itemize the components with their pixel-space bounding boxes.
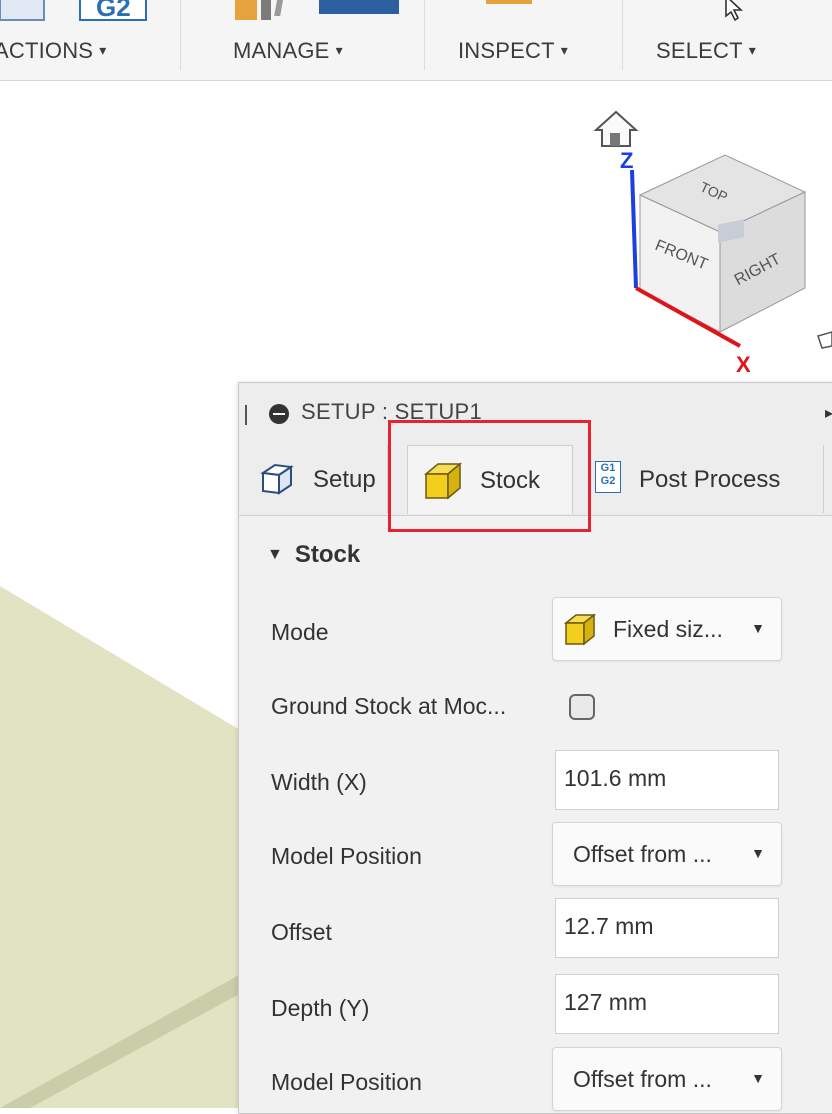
inspect-label[interactable]: INSPECT ▾	[458, 38, 568, 64]
ground-stock-label: Ground Stock at Moc...	[271, 693, 507, 719]
panel-title: SETUP : SETUP1	[301, 399, 483, 424]
select-cursor-icon[interactable]	[722, 0, 752, 24]
expand-arrow-icon[interactable]: ▸	[825, 403, 832, 423]
offset-value: 12.7 mm	[564, 913, 654, 939]
drag-handle[interactable]	[245, 405, 247, 425]
toolbar-divider	[424, 0, 425, 70]
gcode-icon: G2	[96, 0, 131, 22]
offset-label: Offset	[271, 919, 332, 945]
gcode-icon-bottom: G2	[600, 475, 616, 487]
stock-cube-icon	[563, 613, 597, 646]
z-axis-label: Z	[620, 148, 633, 173]
model-position-dropdown[interactable]: Offset from ... ▼	[552, 1047, 782, 1111]
depth-y-label: Depth (Y)	[271, 995, 370, 1021]
tab-setup[interactable]: Setup	[239, 445, 385, 513]
gcode-icon-top: G1	[600, 462, 616, 474]
depth-y-value: 127 mm	[564, 989, 648, 1015]
actions-icon[interactable]	[0, 0, 160, 28]
actions-label[interactable]: ACTIONS ▾	[0, 38, 106, 64]
width-x-value: 101.6 mm	[564, 765, 667, 791]
toolbar-divider	[180, 0, 181, 70]
tab-divider	[823, 445, 824, 513]
select-label[interactable]: SELECT ▾	[656, 38, 756, 64]
width-x-label: Width (X)	[271, 769, 367, 795]
setup-panel: SETUP : SETUP1 ▸ Setup Stock G1 G2 Post …	[238, 382, 832, 1114]
model-position-label: Model Position	[271, 843, 422, 869]
tab-divider	[387, 445, 388, 513]
toolbar: G2 ACTIONS ▾ MANAGE ▾ INSPECT ▾ SELECT ▾	[0, 0, 832, 81]
depth-y-input[interactable]: 127 mm	[555, 974, 779, 1034]
mode-dropdown[interactable]: Fixed siz... ▼	[552, 597, 782, 661]
z-axis-line	[630, 169, 638, 289]
stock-section-title: Stock	[294, 541, 361, 568]
tab-stock-label: Stock	[480, 467, 541, 494]
model-position-value: Offset from ...	[573, 1066, 712, 1092]
collapse-triangle-icon[interactable]: ▼	[267, 546, 283, 563]
model-position-label: Model Position	[271, 1069, 422, 1095]
manage-icon[interactable]	[215, 0, 405, 26]
chevron-down-icon: ▼	[751, 620, 765, 636]
mode-value: Fixed siz...	[613, 616, 723, 642]
toolbar-divider	[622, 0, 623, 70]
view-cube[interactable]: TOP FRONT RIGHT Z X	[580, 100, 832, 380]
tab-stock[interactable]: Stock	[407, 445, 573, 514]
x-axis-label: X	[736, 352, 751, 377]
chevron-down-icon: ▼	[751, 845, 765, 861]
stock-section-header[interactable]: ▼ Stock	[267, 541, 360, 569]
chevron-down-icon: ▼	[751, 1070, 765, 1086]
width-x-input[interactable]: 101.6 mm	[555, 750, 779, 810]
tab-post-process-label: Post Process	[639, 466, 781, 493]
model-position-value: Offset from ...	[573, 841, 712, 867]
model-position-dropdown[interactable]: Offset from ... ▼	[552, 822, 782, 886]
tab-setup-label: Setup	[313, 466, 376, 493]
collapse-panel-icon[interactable]	[269, 404, 289, 424]
tab-post-process[interactable]: G1 G2 Post Process	[579, 445, 829, 513]
inspect-icon[interactable]	[480, 0, 540, 8]
stock-cube-icon	[423, 462, 463, 500]
home-icon[interactable]	[593, 110, 639, 147]
ground-stock-checkbox[interactable]	[569, 694, 595, 720]
panel-header[interactable]: SETUP : SETUP1 ▸	[239, 383, 832, 439]
gcode-icon: G1 G2	[595, 461, 621, 493]
offset-input[interactable]: 12.7 mm	[555, 898, 779, 958]
mode-label: Mode	[271, 619, 329, 645]
manage-label[interactable]: MANAGE ▾	[233, 38, 343, 64]
setup-cube-icon	[260, 463, 294, 495]
panel-tabs: Setup Stock G1 G2 Post Process	[239, 439, 832, 516]
viewcube-menu-icon[interactable]	[817, 331, 832, 349]
